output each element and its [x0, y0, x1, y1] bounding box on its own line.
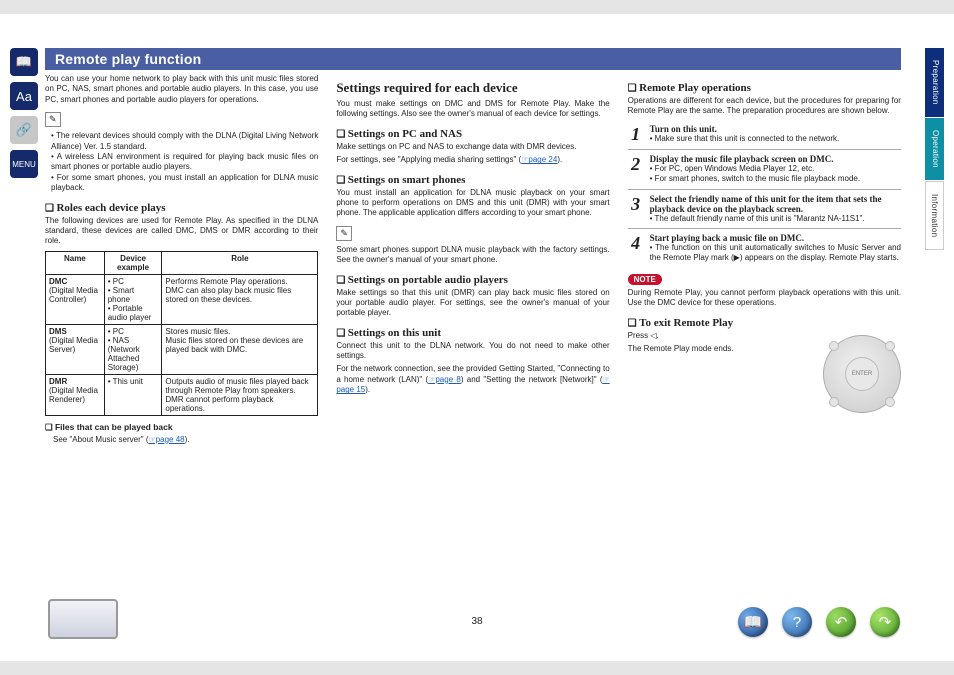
exit-text2: The Remote Play mode ends. [628, 344, 815, 354]
pencil-note-icon: ✎ [336, 226, 352, 241]
step-body: Display the music file playback screen o… [650, 154, 901, 185]
cell-role: Stores music files. Music files stored o… [162, 324, 318, 374]
table-row: DMC(Digital Media Controller) • PC • Sma… [46, 274, 318, 324]
left-icon-rail: 📖 Aa 🔗 MENU [10, 48, 40, 178]
help-icon[interactable]: ? [782, 607, 812, 637]
step: 2 Display the music file playback screen … [628, 150, 901, 190]
roles-text: The following devices are used for Remot… [45, 216, 318, 247]
thisunit-text1: Connect this unit to the DLNA network. Y… [336, 341, 609, 362]
page24-link[interactable]: ☞page 24 [521, 155, 557, 164]
note-text: During Remote Play, you cannot perform p… [628, 288, 901, 309]
manual-page: 📖 Aa 🔗 MENU Preparation Operation Inform… [0, 0, 954, 675]
exit-heading: To exit Remote Play [628, 317, 901, 329]
step-body: Select the friendly name of this unit fo… [650, 194, 901, 224]
content-columns: You can use your home network to play ba… [45, 74, 901, 574]
forward-icon[interactable]: ↷ [870, 607, 900, 637]
pc-nas-text: Make settings on PC and NAS to exchange … [336, 142, 609, 152]
step: 3 Select the friendly name of this unit f… [628, 190, 901, 229]
th-role: Role [162, 251, 318, 274]
thisunit-text2: For the network connection, see the prov… [336, 364, 609, 395]
step-title: Display the music file playback screen o… [650, 154, 834, 164]
pc-nas-heading: Settings on PC and NAS [336, 128, 609, 140]
step-body: Start playing back a music file on DMC.•… [650, 233, 901, 264]
remote-play-ops-heading: Remote Play operations [628, 82, 901, 94]
section-tabs: Preparation Operation Information [925, 48, 944, 250]
font-icon[interactable]: Aa [10, 82, 38, 110]
step-body: Turn on this unit.• Make sure that this … [650, 124, 901, 145]
step-title: Select the friendly name of this unit fo… [650, 194, 882, 214]
files-text: See "About Music server" (☞page 48). [45, 435, 318, 445]
column-3: Remote Play operations Operations are di… [628, 74, 901, 574]
bullet: The relevant devices should comply with … [51, 131, 318, 152]
bullet: A wireless LAN environment is required f… [51, 152, 318, 173]
roles-heading: Roles each device plays [45, 202, 318, 214]
cell-sub: (Digital Media Renderer) [49, 386, 98, 404]
menu-icon[interactable]: MENU [10, 150, 38, 178]
smartphone-text: You must install an application for DLNA… [336, 188, 609, 219]
portable-text: Make settings so that this unit (DMR) ca… [336, 288, 609, 319]
page-title: Remote play function [45, 48, 901, 70]
remote-dial-illustration: ENTER [823, 335, 901, 413]
page48-link[interactable]: ☞page 48 [149, 435, 185, 444]
tab-preparation[interactable]: Preparation [925, 48, 944, 117]
cell-name: DMS [49, 327, 67, 336]
smartphone-heading: Settings on smart phones [336, 174, 609, 186]
cell-ex: • PC • NAS (Network Attached Storage) [104, 324, 162, 374]
exit-text1: Press ◁. [628, 331, 815, 341]
pc-nas-link-text: For settings, see "Applying media sharin… [336, 155, 609, 165]
page8-link[interactable]: ☞page 8 [428, 375, 461, 384]
nav-buttons: 📖 ? ↶ ↷ [738, 607, 900, 637]
cell-sub: (Digital Media Controller) [49, 286, 98, 304]
step: 1 Turn on this unit.• Make sure that this… [628, 120, 901, 150]
remote-play-ops-text: Operations are different for each device… [628, 96, 901, 117]
intro-text: You can use your home network to play ba… [45, 74, 318, 105]
cell-name: DMR [49, 377, 67, 386]
pencil-note-icon: ✎ [45, 112, 61, 127]
step-bullet: • The default friendly name of this unit… [650, 214, 901, 224]
intro-bullets: The relevant devices should comply with … [45, 131, 318, 193]
step: 4Start playing back a music file on DMC.… [628, 229, 901, 268]
step-bullet: • For smart phones, switch to the music … [650, 174, 901, 184]
settings-heading: Settings required for each device [336, 80, 609, 96]
th-example: Device example [104, 251, 162, 274]
back-icon[interactable]: ↶ [826, 607, 856, 637]
step-bullet: • The function on this unit automaticall… [650, 243, 901, 264]
steps-list: 1 Turn on this unit.• Make sure that this… [628, 120, 901, 268]
step-number: 4 [628, 233, 644, 264]
cell-sub: (Digital Media Server) [49, 336, 98, 354]
th-name: Name [46, 251, 105, 274]
table-row: DMR(Digital Media Renderer) • This unit … [46, 374, 318, 415]
column-2: Settings required for each device You mu… [336, 74, 609, 574]
book-icon[interactable]: 📖 [10, 48, 38, 76]
footer: 38 📖 ? ↶ ↷ [0, 591, 954, 641]
step-bullet: • For PC, open Windows Media Player 12, … [650, 164, 901, 174]
cell-name: DMC [49, 277, 67, 286]
step-bullet: • Make sure that this unit is connected … [650, 134, 901, 144]
cell-role: Performs Remote Play operations. DMC can… [162, 274, 318, 324]
smartphone-note: Some smart phones support DLNA music pla… [336, 245, 609, 266]
files-heading: ❏ Files that can be played back [45, 422, 318, 433]
step-number: 1 [628, 124, 644, 145]
step-number: 3 [628, 194, 644, 224]
portable-heading: Settings on portable audio players [336, 274, 609, 286]
home-icon[interactable]: 📖 [738, 607, 768, 637]
bullet: For some smart phones, you must install … [51, 173, 318, 194]
thisunit-heading: Settings on this unit [336, 327, 609, 339]
column-1: You can use your home network to play ba… [45, 74, 318, 574]
cell-role: Outputs audio of music files played back… [162, 374, 318, 415]
tab-information[interactable]: Information [925, 181, 944, 250]
roles-table: Name Device example Role DMC(Digital Med… [45, 251, 318, 416]
table-row: DMS(Digital Media Server) • PC • NAS (Ne… [46, 324, 318, 374]
link-icon[interactable]: 🔗 [10, 116, 38, 144]
cell-ex: • PC • Smart phone • Portable audio play… [104, 274, 162, 324]
step-title: Turn on this unit. [650, 124, 717, 134]
note-badge: NOTE [628, 274, 662, 285]
settings-lead: You must make settings on DMC and DMS fo… [336, 99, 609, 120]
cell-ex: • This unit [104, 374, 162, 415]
step-number: 2 [628, 154, 644, 185]
tab-operation[interactable]: Operation [925, 118, 944, 180]
step-title: Start playing back a music file on DMC. [650, 233, 805, 243]
